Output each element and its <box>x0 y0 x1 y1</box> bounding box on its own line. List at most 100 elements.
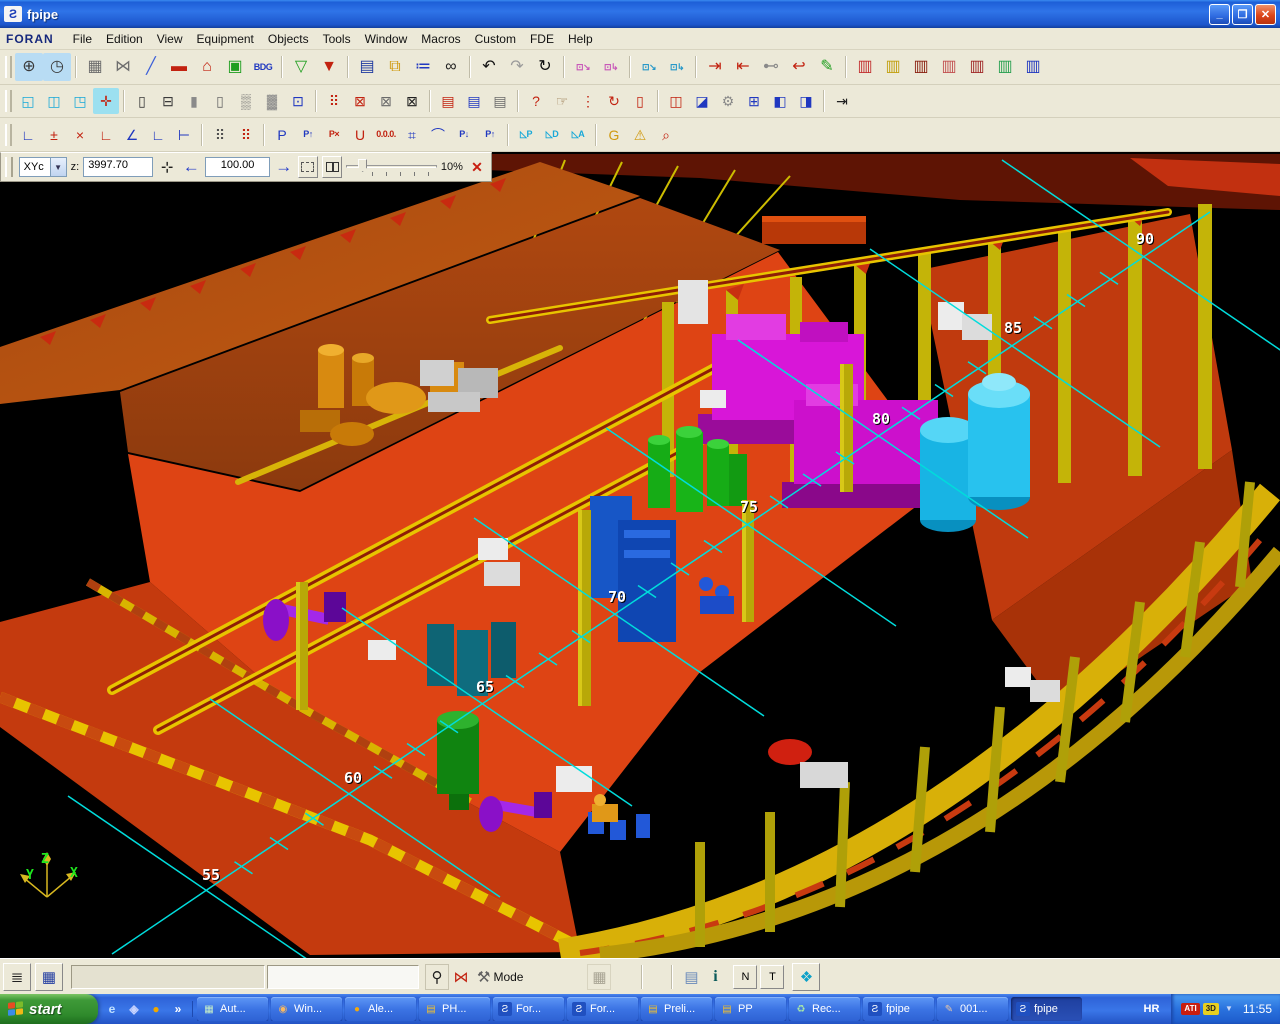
insert-support-icon[interactable]: ⌂ <box>193 53 221 81</box>
menu-file[interactable]: File <box>66 30 99 48</box>
insert-flange-icon[interactable]: ▬ <box>165 53 193 81</box>
quicklaunch-ball-icon[interactable]: ● <box>148 1001 164 1017</box>
import-door-icon[interactable]: ⇥ <box>701 53 729 81</box>
task-pp[interactable]: ▤ PP <box>715 997 786 1021</box>
pump-report-back-icon[interactable]: ▥ <box>963 53 991 81</box>
grid-hide-3-icon[interactable]: ⊠ <box>399 88 425 114</box>
menu-window[interactable]: Window <box>358 30 415 48</box>
point-coords-icon[interactable]: 0.0.0. <box>373 122 399 148</box>
book-next-icon[interactable]: ◨ <box>793 88 819 114</box>
grid-hide-1-icon[interactable]: ⊠ <box>347 88 373 114</box>
copy-object-icon[interactable]: ⧉ <box>381 53 409 81</box>
grid-hide-2-icon[interactable]: ⊠ <box>373 88 399 114</box>
menu-macros[interactable]: Macros <box>414 30 467 48</box>
export-model-cyan-icon[interactable]: ⊡↘ <box>635 53 663 81</box>
pump-report-list-icon[interactable]: ▥ <box>1019 53 1047 81</box>
display-wireframe-icon[interactable]: ▯ <box>129 88 155 114</box>
tray-flag-icon[interactable]: ▼ <box>1222 1003 1236 1015</box>
menu-objects[interactable]: Objects <box>261 30 316 48</box>
pump-report-delete-icon[interactable]: ▥ <box>907 53 935 81</box>
menu-fde[interactable]: FDE <box>523 30 561 48</box>
task-ale[interactable]: ● Ale... <box>345 997 416 1021</box>
task-ph[interactable]: ▤ PH... <box>419 997 490 1021</box>
route-branch-icon[interactable]: ∠ <box>119 122 145 148</box>
t-toggle-button[interactable]: T <box>760 965 784 989</box>
check-inspect-icon[interactable]: ⌕ <box>653 122 679 148</box>
refresh-icon[interactable]: ↻ <box>531 53 559 81</box>
point-raise-icon[interactable]: P↑ <box>295 122 321 148</box>
redo-icon[interactable]: ↷ <box>503 53 531 81</box>
display-solid-icon[interactable]: ▮ <box>181 88 207 114</box>
info-icon[interactable]: i <box>703 964 727 990</box>
chevron-down-icon[interactable]: ▼ <box>50 158 66 176</box>
task-win[interactable]: ◉ Win... <box>271 997 342 1021</box>
task-001[interactable]: ✎ 001... <box>937 997 1008 1021</box>
close-control-bar-button[interactable]: ✕ <box>467 156 487 178</box>
measure-distance-icon[interactable]: ◺D <box>539 122 565 148</box>
points-arc-icon[interactable]: ⌒ <box>425 122 451 148</box>
clip-box-toggle[interactable] <box>298 156 318 178</box>
task-for-1[interactable]: Ƨ For... <box>493 997 564 1021</box>
find-icon[interactable]: ∞ <box>437 53 465 81</box>
display-shaded-icon[interactable]: ▓ <box>259 88 285 114</box>
page-margin-icon[interactable]: ▤ <box>435 88 461 114</box>
toolbar-grip[interactable] <box>5 56 12 78</box>
select-page-icon[interactable]: ☞ <box>549 88 575 114</box>
task-aut[interactable]: ▦ Aut... <box>197 997 268 1021</box>
valve-mode-icon[interactable]: ⋈ <box>449 964 473 990</box>
task-preli[interactable]: ▤ Preli... <box>641 997 712 1021</box>
reload-book-icon[interactable]: ↻ <box>601 88 627 114</box>
display-sections-icon[interactable]: ⊟ <box>155 88 181 114</box>
circle-pen-icon[interactable]: ◷ <box>43 53 71 81</box>
restore-button[interactable]: ❐ <box>1232 4 1253 25</box>
point-store-icon[interactable]: P↓ <box>451 122 477 148</box>
save-icon[interactable]: ▤ <box>353 53 381 81</box>
quicklaunch-overflow-icon[interactable]: » <box>170 1001 186 1017</box>
display-report-icon[interactable]: ⊡ <box>285 88 311 114</box>
grid-points-active-icon[interactable]: ⠿ <box>233 122 259 148</box>
view-frame-icon[interactable]: ◳ <box>67 88 93 114</box>
pump-report-down-icon[interactable]: ▥ <box>935 53 963 81</box>
export-door-icon[interactable]: ⇤ <box>729 53 757 81</box>
menu-equipment[interactable]: Equipment <box>190 30 261 48</box>
exit-icon[interactable]: ⇥ <box>829 88 855 114</box>
page-record-icon[interactable]: ▤ <box>461 88 487 114</box>
tree-view-icon[interactable]: ≔ <box>409 53 437 81</box>
toolbar-grip[interactable] <box>5 90 12 112</box>
undo-icon[interactable]: ↶ <box>475 53 503 81</box>
import-cylinder-icon[interactable]: ⊷ <box>757 53 785 81</box>
task-for-2[interactable]: Ƨ For... <box>567 997 638 1021</box>
clip-plane-toggle[interactable] <box>322 156 342 178</box>
clock[interactable]: 11:55 <box>1243 1002 1272 1016</box>
view-split-icon[interactable]: ◫ <box>41 88 67 114</box>
point-user-icon[interactable]: U <box>347 122 373 148</box>
menu-help[interactable]: Help <box>561 30 600 48</box>
task-fpipe-2[interactable]: Ƨ fpipe <box>1011 997 1082 1021</box>
close-button[interactable]: ✕ <box>1255 4 1276 25</box>
point-recall-icon[interactable]: P↑ <box>477 122 503 148</box>
status-calculator-button[interactable]: ▦ <box>35 963 63 991</box>
insert-valve-icon[interactable]: ⋈ <box>109 53 137 81</box>
status-notes-button[interactable]: ≣ <box>3 963 31 991</box>
route-delete-icon[interactable]: × <box>67 122 93 148</box>
pump-report-save-icon[interactable]: ▥ <box>879 53 907 81</box>
tray-ati-icon[interactable]: ATI <box>1181 1003 1199 1015</box>
quicklaunch-ie-icon[interactable]: e <box>104 1001 120 1017</box>
display-hidden-icon[interactable]: ▒ <box>233 88 259 114</box>
status-book-icon[interactable]: ⋮ <box>575 88 601 114</box>
page-archive-icon[interactable]: ▤ <box>487 88 513 114</box>
status-input-field[interactable] <box>267 965 419 989</box>
help-book-icon[interactable]: ? <box>523 88 549 114</box>
pump-report-up-icon[interactable]: ▥ <box>991 53 1019 81</box>
fittings-icon[interactable]: ⊕ <box>15 53 43 81</box>
check-gauge-icon[interactable]: G <box>601 122 627 148</box>
toolbar-grip[interactable] <box>5 157 13 177</box>
route-edit-icon[interactable]: ∟ <box>145 122 171 148</box>
funnel-outline-icon[interactable]: ▽ <box>287 53 315 81</box>
route-draw-icon[interactable]: ∟ <box>15 122 41 148</box>
insert-pipe-icon[interactable]: ╱ <box>137 53 165 81</box>
route-end-icon[interactable]: ⊢ <box>171 122 197 148</box>
pump-tool-button[interactable]: ❖ <box>792 963 820 991</box>
display-outline-icon[interactable]: ▯ <box>207 88 233 114</box>
thickness-slider[interactable] <box>346 158 437 176</box>
